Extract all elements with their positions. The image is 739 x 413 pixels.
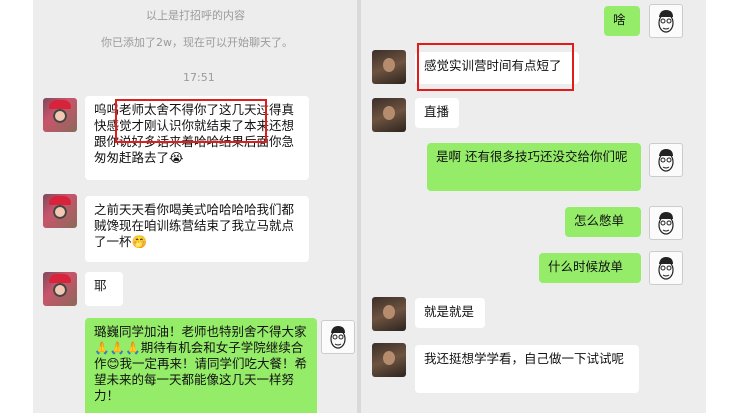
sketch-face-icon (658, 10, 674, 33)
student-avatar[interactable] (43, 272, 77, 306)
message-bubble[interactable]: 什么时候放单 (539, 253, 641, 283)
message-bubble[interactable]: 怎么憋单 (565, 207, 641, 237)
highlight-box (115, 99, 267, 143)
sketch-face-icon (330, 326, 346, 349)
left-chat-panel: 以上是打招呼的内容 你已添加了2w，现在可以开始聊天了。 17:51 呜呜老师太… (33, 0, 357, 413)
sketch-face-icon (658, 257, 674, 280)
system-added-note: 你已添加了2w，现在可以开始聊天了。 (101, 36, 293, 49)
teacher-avatar[interactable] (649, 143, 683, 177)
contact-avatar[interactable] (372, 297, 406, 331)
message-bubble[interactable]: 直播 (415, 98, 459, 128)
highlight-box (417, 43, 574, 91)
teacher-avatar[interactable] (649, 206, 683, 240)
teacher-avatar[interactable] (649, 4, 683, 38)
message-bubble[interactable]: 璐巍同学加油！老师也特别舍不得大家🙏🙏🙏期待有机会和女子学院继续合作😊我一定再来… (85, 318, 317, 413)
message-bubble[interactable]: 就是就是 (415, 298, 485, 328)
sketch-face-icon (658, 212, 674, 235)
message-bubble[interactable]: 之前天天看你喝美式哈哈哈哈我们都贼馋现在咱训练营结束了我立马就点了一杯🤭 (85, 196, 309, 262)
student-avatar[interactable] (43, 194, 77, 228)
system-greeting-note: 以上是打招呼的内容 (146, 9, 245, 22)
chat-timestamp: 17:51 (183, 71, 215, 84)
contact-avatar[interactable] (372, 50, 406, 84)
right-chat-panel: 啥 感觉实训营时间有点短了 直播 是啊 还有很多技巧还没交给你们呢 怎么憋单 什… (361, 0, 706, 413)
teacher-avatar[interactable] (649, 251, 683, 285)
message-bubble[interactable]: 我还挺想学学看，自己做一下试试呢 (415, 345, 639, 393)
message-bubble[interactable]: 啥 (604, 6, 640, 36)
message-bubble[interactable]: 耶 (85, 272, 123, 306)
contact-avatar[interactable] (372, 343, 406, 377)
teacher-avatar[interactable] (321, 320, 355, 354)
sketch-face-icon (658, 149, 674, 172)
contact-avatar[interactable] (372, 98, 406, 132)
message-bubble[interactable]: 是啊 还有很多技巧还没交给你们呢 (427, 143, 641, 191)
student-avatar[interactable] (43, 98, 77, 132)
